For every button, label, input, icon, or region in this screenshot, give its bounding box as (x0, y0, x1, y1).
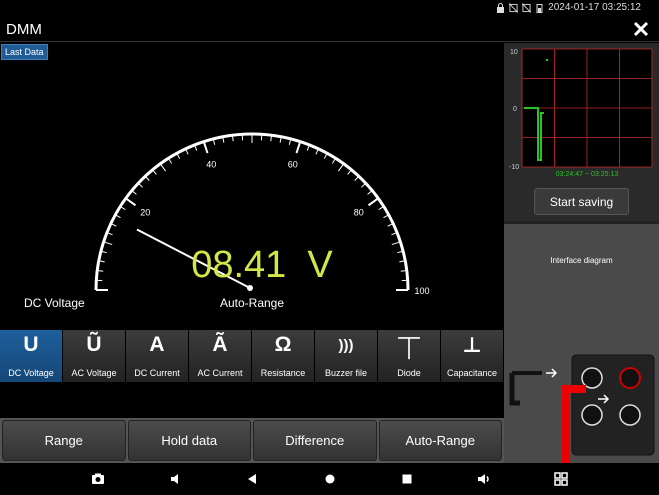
status-datetime: 2024-01-17 03:25:12 (548, 2, 641, 13)
buzzer-icon: ))) (338, 337, 354, 354)
apps-grid-icon[interactable] (553, 471, 569, 487)
gauge-tick (391, 241, 401, 246)
battery-icon (536, 3, 543, 13)
spacer (0, 382, 504, 418)
mode-diode[interactable]: ⏉ Diode (378, 330, 441, 382)
ohm-icon: Ω (274, 333, 292, 356)
trend-point (546, 59, 548, 61)
no-sync-icon (509, 2, 519, 13)
gauge-tick (347, 169, 352, 175)
gauge-tick (125, 197, 137, 207)
mode-dc-voltage[interactable]: U DC Voltage (0, 330, 63, 382)
gauge-tick (120, 205, 126, 211)
gauge-tick (137, 182, 143, 188)
back-icon[interactable] (244, 471, 260, 487)
diode-icon: ⏉ (398, 338, 420, 361)
trend-ytick-bottom: -10 (509, 164, 519, 171)
range-label: Auto-Range (220, 296, 284, 310)
close-icon[interactable] (631, 19, 651, 39)
navigation-bar (0, 463, 659, 495)
mode-label-capacitance: Capacitance (446, 368, 498, 378)
interface-diagram-title: Interface diagram (550, 256, 613, 265)
ac-current-icon: Ã (212, 333, 228, 356)
mode-label-diode: Diode (397, 368, 421, 378)
trend-ytick-top: 10 (510, 49, 518, 56)
mode-label: DC Voltage (24, 296, 85, 310)
gauge-tick-label: 80 (354, 207, 364, 217)
no-signal-icon (522, 2, 532, 13)
gauge-tick (378, 205, 384, 211)
measurement-reading: 08.41 V (191, 244, 333, 286)
analog-gauge: 20 40 60 80 100 08.41 V DC Voltage Auto-Rang… (24, 132, 430, 310)
ac-voltage-icon: Ũ (86, 333, 102, 356)
gauge-tick-label: 100 (414, 286, 429, 296)
mode-label-dc-current: DC Current (134, 368, 180, 378)
mode-buzzer[interactable]: ))) Buzzer file (315, 330, 378, 382)
gauge-tick (367, 190, 373, 195)
app-title: DMM (6, 21, 42, 38)
gauge-tick (295, 141, 302, 154)
gauge-tick (337, 163, 345, 172)
hold-data-button[interactable]: Hold data (127, 420, 251, 461)
dc-current-icon: A (149, 333, 165, 356)
mode-label-buzzer: Buzzer file (324, 368, 368, 378)
gauge-tick (167, 158, 173, 164)
mode-label-ac-current: AC Current (197, 368, 243, 378)
range-button[interactable]: Range (2, 420, 126, 461)
lock-icon (497, 2, 505, 13)
mode-label-ac-voltage: AC Voltage (71, 368, 117, 378)
gauge-tick (354, 175, 360, 181)
gauge-tick (202, 141, 209, 154)
title-bar: DMM (0, 16, 659, 42)
recents-icon[interactable] (399, 471, 415, 487)
meter-display: 20 40 60 80 100 08.41 V DC Voltage Auto-Rang… (0, 43, 504, 330)
trend-timestamp: 03:24:47 ~ 03:25:13 (556, 171, 619, 178)
status-bar: 2024-01-17 03:25:12 (0, 0, 659, 16)
dc-voltage-icon: U (23, 333, 39, 356)
gauge-tick (144, 175, 150, 181)
panel-divider (504, 221, 659, 224)
mode-label-dc-voltage: DC Voltage (8, 368, 54, 378)
gauge-tick (331, 158, 337, 164)
start-saving-button[interactable]: Start saving (534, 188, 629, 215)
gauge-tick-label: 40 (206, 159, 216, 169)
volume-up-icon[interactable] (476, 471, 492, 487)
gauge-tick (361, 182, 367, 188)
gauge-tick (367, 197, 379, 207)
camera-icon[interactable] (90, 471, 106, 487)
difference-button[interactable]: Difference (253, 420, 377, 461)
gauge-tick-label: 20 (140, 207, 150, 217)
volume-down-icon[interactable] (168, 471, 184, 487)
trend-chart-panel: 10 0 -10 03:24:47 ~ 03:25:13 Start savin… (504, 43, 659, 221)
mode-ac-current[interactable]: Ã AC Current (189, 330, 252, 382)
mode-dc-current[interactable]: A DC Current (126, 330, 189, 382)
gauge-tick-label: 60 (288, 159, 298, 169)
interface-diagram-image (504, 343, 659, 463)
mode-label-resistance: Resistance (260, 368, 306, 378)
gauge-tick (103, 241, 113, 246)
right-panel: 10 0 -10 03:24:47 ~ 03:25:13 Start savin… (504, 43, 659, 463)
home-icon[interactable] (322, 471, 338, 487)
trend-ytick-mid: 0 (513, 106, 517, 113)
gauge-tick (131, 190, 137, 195)
last-data-tag[interactable]: Last Data (1, 44, 48, 60)
mode-resistance[interactable]: Ω Resistance (252, 330, 315, 382)
mode-ac-voltage[interactable]: Ũ AC Voltage (63, 330, 126, 382)
mode-bar: U DC Voltage Ũ AC Voltage A DC Current Ã… (0, 330, 504, 382)
auto-range-button[interactable]: Auto-Range (378, 420, 502, 461)
gauge-tick (152, 169, 157, 175)
capacitor-icon: ⊥ (462, 334, 482, 357)
gauge-tick (159, 163, 167, 172)
mode-capacitance[interactable]: ⊥ Capacitance (441, 330, 504, 382)
action-bar: Range Hold data Difference Auto-Range (0, 418, 504, 463)
status-icons: 2024-01-17 03:25:12 (496, 2, 641, 13)
